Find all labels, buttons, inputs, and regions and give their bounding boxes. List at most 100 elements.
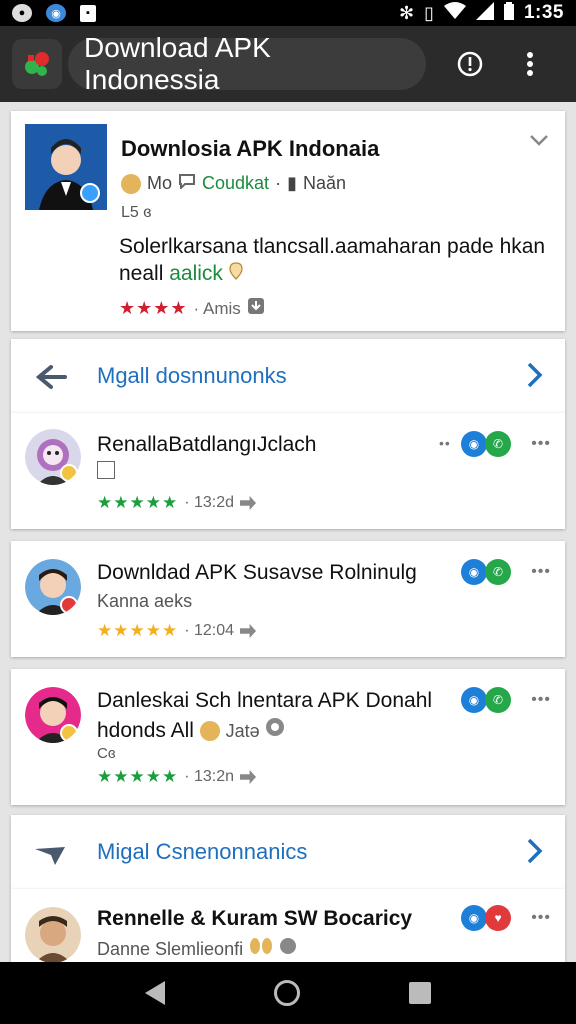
featured-rating: ★★★★ · Amis	[119, 297, 265, 320]
call-icon[interactable]: ✆	[485, 559, 511, 585]
app-logo-icon[interactable]	[12, 39, 62, 89]
call-icon[interactable]: ✆	[485, 687, 511, 713]
item-subtitle: Danne Slemlieonfi	[97, 939, 244, 959]
item-subtitle-extra: Jatə	[225, 721, 260, 741]
file-notification-icon: ▪	[80, 4, 96, 22]
vibrate-icon: ▯	[424, 2, 434, 23]
clock: 1:35	[523, 2, 564, 23]
notification-icon: ●	[12, 4, 32, 22]
camera-icon[interactable]: ◉	[461, 431, 487, 457]
list-item[interactable]: RenallaBatdlangıJclach ★★★★★ · 13:2d •• …	[11, 413, 565, 529]
featured-rating-text: · Amis	[193, 298, 241, 318]
avatar	[25, 559, 81, 615]
avatar	[25, 907, 81, 962]
globe-icon	[265, 718, 285, 742]
featured-app-title[interactable]: Downlosia APK Indonaia	[121, 136, 379, 162]
item-rating: ★★★★★ · 12:04	[97, 621, 257, 641]
featured-desc-link[interactable]: aalick	[169, 262, 223, 285]
item-sub-icon	[97, 461, 115, 484]
battery-icon	[503, 1, 514, 25]
action-pills[interactable]: ◉ ✆	[461, 431, 511, 457]
section-label[interactable]: Migal Csnenonnanics	[97, 839, 307, 865]
chevron-down-icon[interactable]	[529, 131, 549, 154]
camera-icon[interactable]: ◉	[461, 559, 487, 585]
item-meta: · 13:2d	[184, 494, 235, 511]
section-header-1[interactable]: Mgall dosnnunonks	[11, 339, 565, 413]
recents-icon[interactable]	[409, 982, 432, 1004]
star-rating: ★★★★★	[97, 621, 179, 640]
list-item[interactable]: Downldad APK Susavse Rolninulg Kanna aek…	[11, 541, 565, 657]
action-pills[interactable]: ◉ ♥	[461, 905, 511, 931]
item-title[interactable]: Downldad APK Susavse Rolninulg	[97, 561, 417, 585]
share-icon[interactable]	[240, 770, 257, 784]
section-label[interactable]: Mgall dosnnunonks	[97, 363, 287, 389]
share-icon[interactable]	[240, 624, 257, 638]
item-meta: · 13:2n	[184, 768, 235, 785]
info-icon	[457, 51, 483, 77]
info-button[interactable]	[450, 44, 490, 84]
item-title[interactable]: Danleskai Sch lnentara APK Donahl	[97, 689, 432, 713]
featured-extra: Naăn	[302, 173, 346, 193]
emoji-face-icon	[121, 173, 141, 194]
item-subtitle: Kanna aeks	[97, 591, 193, 611]
call-icon[interactable]: ✆	[485, 431, 511, 457]
emoji-face-icon	[199, 721, 220, 742]
avatar	[25, 687, 81, 743]
app-toolbar: Download APK Indonessia	[0, 26, 576, 102]
toolbar-title[interactable]: Download APK Indonessia	[68, 32, 426, 95]
featured-app-image	[25, 124, 107, 210]
featured-meta: Mo Coudkat · ▮ Naăn	[121, 173, 346, 194]
more-horiz-icon[interactable]: •••	[531, 563, 551, 581]
send-icon[interactable]	[33, 835, 69, 871]
item-subtitle: hdonds All	[97, 719, 194, 742]
comment-icon	[178, 173, 196, 194]
item-title[interactable]: Rennelle & Kuram SW Bocaricy	[97, 907, 412, 931]
chevron-right-icon[interactable]	[525, 360, 545, 390]
more-vert-icon	[527, 52, 533, 76]
item-meta: · 12:04	[184, 622, 235, 639]
back-arrow-icon[interactable]	[33, 359, 69, 395]
featured-author: Mo	[147, 173, 173, 193]
page-title: Download APK Indonessia	[84, 32, 271, 95]
list-item[interactable]: Rennelle & Kuram SW Bocaricy Danne Sleml…	[11, 889, 565, 962]
chevron-right-icon[interactable]	[525, 836, 545, 866]
avatar	[25, 429, 81, 485]
hands-icon	[248, 938, 279, 959]
featured-small-line: L5 ɞ	[121, 204, 152, 221]
camera-icon[interactable]: ◉	[461, 905, 487, 931]
list-item[interactable]: Danleskai Sch lnentara APK Donahl hdonds…	[11, 669, 565, 805]
featured-app-card[interactable]: Downlosia APK Indonaia Mo Coudkat · ▮ Na…	[11, 111, 565, 331]
item-rating: ★★★★★ · 13:2n	[97, 767, 257, 787]
more-horiz-icon[interactable]: •••	[531, 691, 551, 709]
meta-separator: ·	[275, 173, 282, 193]
section-header-2[interactable]: Migal Csnenonnanics	[11, 815, 565, 889]
chrome-notification-icon: ◉	[46, 4, 66, 22]
bluetooth-icon: ✻	[398, 2, 415, 23]
action-pills[interactable]: ◉ ✆	[461, 687, 511, 713]
star-rating: ★★★★★	[97, 493, 179, 512]
item-small-line: Cɞ	[97, 745, 116, 762]
thumb-icon: ▮	[287, 173, 297, 193]
home-icon[interactable]	[273, 980, 300, 1006]
signal-icon	[475, 1, 494, 25]
globe-icon	[279, 938, 297, 959]
star-rating: ★★★★	[119, 298, 188, 318]
item-title[interactable]: RenallaBatdlangıJclach	[97, 433, 316, 457]
pin-icon	[229, 262, 243, 285]
star-rating: ★★★★★	[97, 767, 179, 786]
action-pills[interactable]: ◉ ✆	[461, 559, 511, 585]
contact-link[interactable]: Coudkat	[202, 173, 269, 194]
camera-icon[interactable]: ◉	[461, 687, 487, 713]
item-rating: ★★★★★ · 13:2d	[97, 493, 257, 513]
download-icon[interactable]	[247, 297, 265, 320]
item-subtitle-row: hdonds All Jatə	[97, 717, 285, 743]
more-horiz-icon[interactable]: •••	[531, 435, 551, 453]
back-icon[interactable]	[144, 981, 165, 1005]
reaction-icon[interactable]: ♥	[485, 905, 511, 931]
share-icon[interactable]	[240, 496, 257, 510]
overflow-menu-button[interactable]	[510, 44, 550, 84]
item-subtitle-row: Danne Slemlieonfi	[97, 937, 297, 960]
feed[interactable]: Downlosia APK Indonaia Mo Coudkat · ▮ Na…	[0, 102, 576, 962]
image-placeholder-icon	[97, 461, 115, 479]
more-horiz-icon[interactable]: •••	[531, 909, 551, 927]
